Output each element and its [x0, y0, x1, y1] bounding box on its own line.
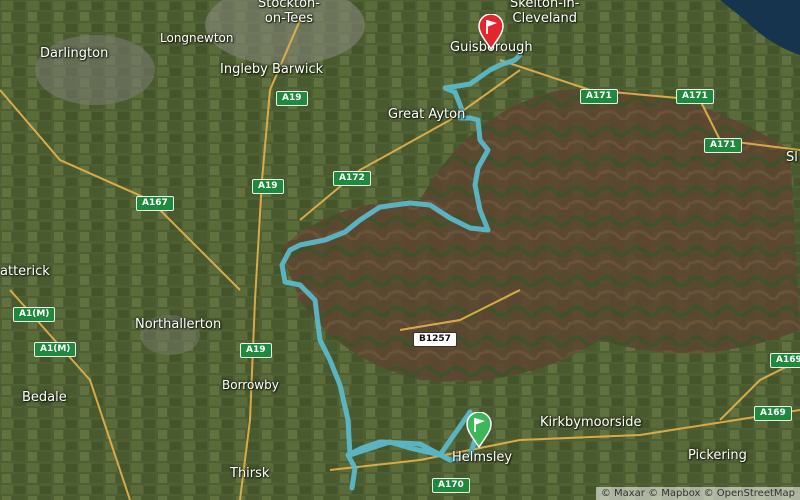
road-shield-a170: A170	[432, 478, 470, 493]
finish-marker[interactable]	[478, 13, 504, 54]
place-label-stockton: Stockton- on-Tees	[258, 0, 320, 26]
place-label-thirsk: Thirsk	[230, 466, 270, 481]
road-shield-a1m: A1(M)	[34, 342, 77, 357]
satellite-imagery	[0, 0, 800, 500]
road-shield-a19: A19	[276, 91, 308, 106]
road-shield-a1m: A1(M)	[13, 307, 56, 322]
road-shield-a171: A171	[580, 89, 618, 104]
road-shield-a19: A19	[240, 343, 272, 358]
place-label-ingleby-barwick: Ingleby Barwick	[220, 62, 324, 77]
road-shield-a19: A19	[252, 179, 284, 194]
map-view[interactable]: Stockton- on-Tees Skelton-in- Cleveland …	[0, 0, 800, 500]
road-shield-a169: A169	[754, 406, 792, 421]
place-label-pickering: Pickering	[688, 448, 747, 463]
road-shield-b1257: B1257	[413, 332, 457, 347]
road-shield-a169: A169	[770, 353, 800, 368]
place-label-northallerton: Northallerton	[135, 317, 222, 332]
start-marker[interactable]	[466, 411, 492, 452]
place-label-longnewton: Longnewton	[160, 31, 234, 45]
place-label-skelton: Skelton-in- Cleveland	[510, 0, 580, 26]
road-shield-a171: A171	[704, 138, 742, 153]
map-attribution[interactable]: © Maxar © Mapbox © OpenStreetMap	[595, 487, 800, 500]
place-label-bedale: Bedale	[22, 390, 67, 405]
road-shield-a172: A172	[333, 171, 371, 186]
place-label-sl: Sl	[786, 150, 798, 165]
red-flag-icon	[478, 13, 504, 51]
road-shield-a167: A167	[136, 196, 174, 211]
green-flag-icon	[466, 411, 492, 449]
place-label-helmsley: Helmsley	[452, 450, 513, 465]
place-label-great-ayton: Great Ayton	[388, 107, 466, 122]
place-label-kirkbymoorside: Kirkbymoorside	[540, 415, 642, 430]
road-shield-a171: A171	[676, 89, 714, 104]
place-label-catterick: atterick	[0, 264, 50, 279]
place-label-darlington: Darlington	[40, 46, 109, 61]
place-label-borrowby: Borrowby	[222, 378, 279, 392]
